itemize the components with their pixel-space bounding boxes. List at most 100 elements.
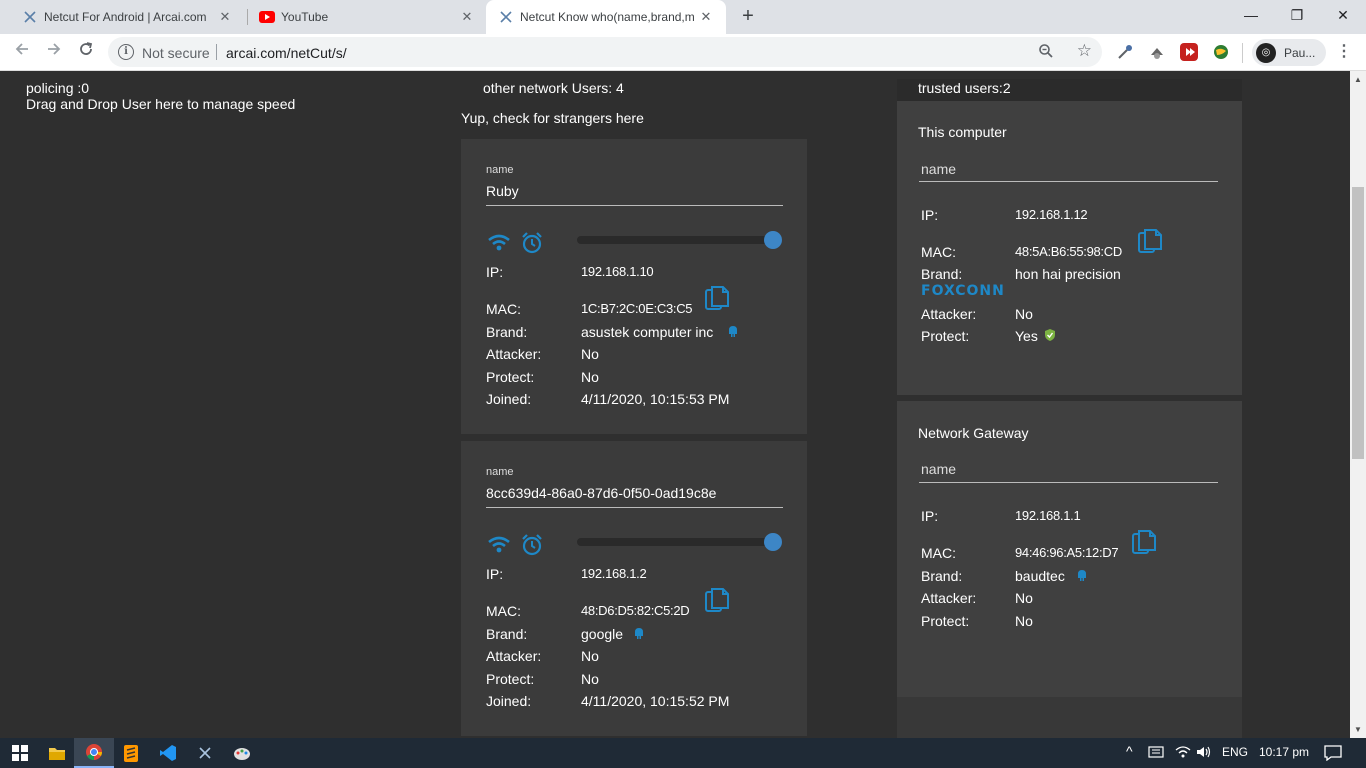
scroll-up-arrow-icon[interactable]: ▲ [1354, 75, 1362, 84]
page-scrollbar[interactable]: ▲ ▼ [1350, 71, 1366, 738]
close-icon[interactable]: ✕ [696, 9, 716, 25]
vscode-icon[interactable] [148, 738, 188, 768]
window-close-button[interactable]: ✕ [1328, 4, 1358, 26]
alarm-clock-icon[interactable] [520, 231, 544, 260]
name-input[interactable]: name [921, 461, 956, 477]
joined-value: 4/11/2020, 10:15:52 PM [581, 693, 730, 709]
ip-value: 192.168.1.12 [1015, 207, 1088, 222]
browser-menu-icon[interactable]: ⋮ [1336, 41, 1352, 63]
this-computer-title: This computer [918, 124, 1007, 140]
forward-button[interactable] [42, 40, 66, 64]
tray-overflow-icon[interactable]: ^ [1126, 743, 1133, 759]
joined-value: 4/11/2020, 10:15:53 PM [581, 391, 730, 407]
back-button[interactable] [10, 40, 34, 64]
extension-icon[interactable] [1148, 43, 1166, 61]
name-caption: name [486, 164, 514, 176]
paint-app-icon[interactable] [222, 738, 262, 768]
mac-label: MAC: [486, 603, 521, 619]
keyboard-ime-icon[interactable] [1148, 745, 1164, 762]
name-underline [919, 482, 1218, 483]
wifi-icon[interactable] [487, 535, 511, 560]
speed-slider-knob[interactable] [764, 533, 782, 551]
brand-label: Brand: [921, 568, 963, 584]
profile-button[interactable]: ◎ Pau... [1252, 39, 1326, 66]
chrome-icon[interactable] [74, 738, 114, 768]
reload-icon [80, 42, 93, 55]
close-icon[interactable]: ✕ [457, 9, 477, 25]
file-explorer-icon[interactable] [37, 738, 77, 768]
language-indicator[interactable]: ENG [1222, 745, 1248, 759]
eyedropper-extension-icon[interactable] [1116, 43, 1134, 61]
tab-netcut-android[interactable]: Netcut For Android | Arcai.com ✕ [0, 0, 245, 34]
reload-button[interactable] [74, 40, 98, 64]
attacker-label: Attacker: [921, 306, 977, 322]
name-underline [486, 507, 783, 508]
protect-value: No [581, 671, 599, 687]
windows-start-icon[interactable] [0, 738, 40, 768]
user-card[interactable]: name Ruby IP: 192.168.1.10 MAC: 1C:B7:2C… [461, 139, 807, 434]
attacker-value: No [581, 346, 599, 362]
windows-taskbar: ^ ENG 10:17 pm [0, 738, 1366, 768]
speed-slider[interactable] [577, 236, 782, 244]
protect-value: No [581, 369, 599, 385]
trusted-users-count: trusted users:2 [918, 80, 1011, 96]
mac-label: MAC: [486, 301, 521, 317]
protect-value: Yes [1015, 328, 1038, 344]
maximize-button[interactable]: ❐ [1282, 4, 1312, 26]
tab-strip: Netcut For Android | Arcai.com ✕ YouTube… [0, 0, 1366, 34]
tab-netcut-know-who[interactable]: Netcut Know who(name,brand,m ✕ [486, 0, 726, 34]
tab-title: Netcut Know who(name,brand,m [520, 10, 695, 24]
globe-extension-icon[interactable] [1212, 43, 1230, 61]
volume-icon[interactable] [1196, 745, 1212, 762]
mac-label: MAC: [921, 545, 956, 561]
netcut-app-icon[interactable] [185, 738, 225, 768]
notifications-icon[interactable] [1324, 745, 1342, 764]
close-icon[interactable]: ✕ [215, 9, 235, 25]
wifi-icon[interactable] [487, 233, 511, 258]
bookmark-star-icon[interactable]: ☆ [1077, 41, 1092, 61]
media-extension-icon[interactable] [1180, 43, 1198, 61]
alarm-clock-icon[interactable] [520, 533, 544, 562]
network-wifi-icon[interactable] [1175, 745, 1191, 762]
ip-value: 192.168.1.2 [581, 566, 647, 581]
forward-arrow-icon [48, 43, 61, 55]
ip-label: IP: [486, 264, 504, 280]
mac-value: 94:46:96:A5:12:D7 [1015, 545, 1119, 560]
minimize-button[interactable]: — [1236, 4, 1266, 26]
page-content: policing :0 Drag and Drop User here to m… [0, 71, 1350, 738]
brand-label: Brand: [486, 626, 528, 642]
shield-icon [1044, 328, 1056, 347]
security-label[interactable]: Not secure [142, 45, 210, 61]
zoom-icon[interactable] [1038, 43, 1054, 63]
copy-icon[interactable] [703, 586, 731, 621]
new-tab-button[interactable]: + [738, 6, 758, 26]
speed-slider[interactable] [577, 538, 782, 546]
copy-icon[interactable] [1136, 227, 1164, 262]
panel-footer [897, 697, 1242, 738]
name-caption: name [486, 466, 514, 478]
name-input[interactable]: name [921, 161, 956, 177]
copy-icon[interactable] [703, 284, 731, 319]
user-name-input[interactable]: 8cc639d4-86a0-87d6-0f50-0ad19c8e [486, 485, 716, 501]
brand-value: asustek computer inc [581, 324, 714, 340]
android-icon [1076, 568, 1088, 586]
foxconn-logo: FOXCONN [921, 283, 1005, 299]
back-arrow-icon [15, 43, 28, 55]
address-bar[interactable]: i Not secure arcai.com/netCut/s/ ☆ [108, 37, 1102, 67]
copy-icon[interactable] [1130, 528, 1158, 563]
name-underline [919, 181, 1218, 182]
info-icon[interactable]: i [118, 44, 134, 60]
clock[interactable]: 10:17 pm [1259, 745, 1309, 759]
joined-label: Joined: [486, 693, 532, 709]
tab-youtube[interactable]: YouTube ✕ [237, 0, 487, 34]
user-card[interactable]: name 8cc639d4-86a0-87d6-0f50-0ad19c8e IP… [461, 441, 807, 736]
sublime-text-icon[interactable] [111, 738, 151, 768]
scroll-down-arrow-icon[interactable]: ▼ [1354, 725, 1362, 734]
scrollbar-thumb[interactable] [1352, 187, 1364, 459]
speed-slider-knob[interactable] [764, 231, 782, 249]
user-name-input[interactable]: Ruby [486, 183, 519, 199]
url-text[interactable]: arcai.com/netCut/s/ [226, 45, 347, 61]
mac-value: 48:5A:B6:55:98:CD [1015, 244, 1122, 259]
network-gateway-card[interactable]: Network Gateway name IP: 192.168.1.1 MAC… [897, 401, 1242, 697]
this-computer-card[interactable]: This computer name IP: 192.168.1.12 MAC:… [897, 101, 1242, 394]
